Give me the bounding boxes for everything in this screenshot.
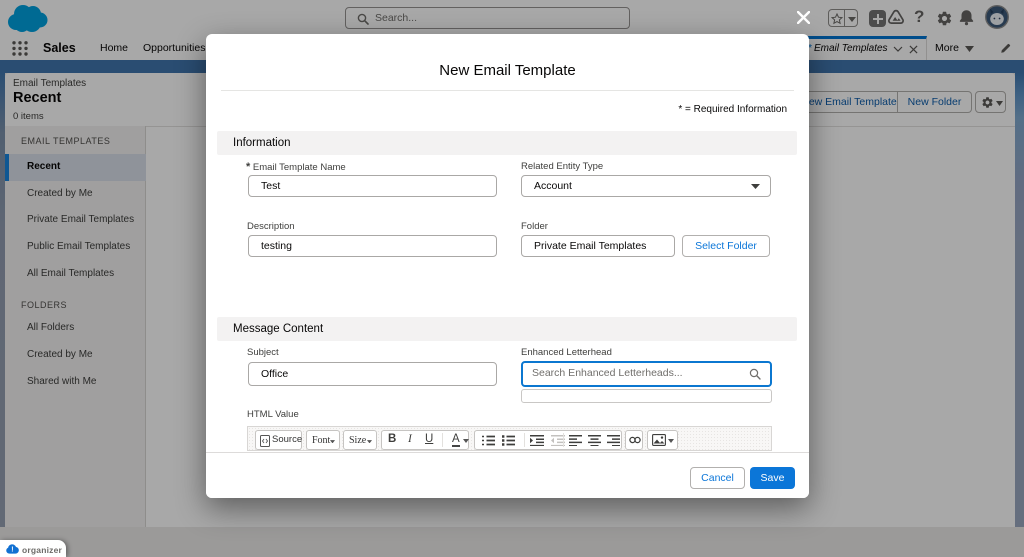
svg-text:!: ! bbox=[11, 547, 13, 554]
